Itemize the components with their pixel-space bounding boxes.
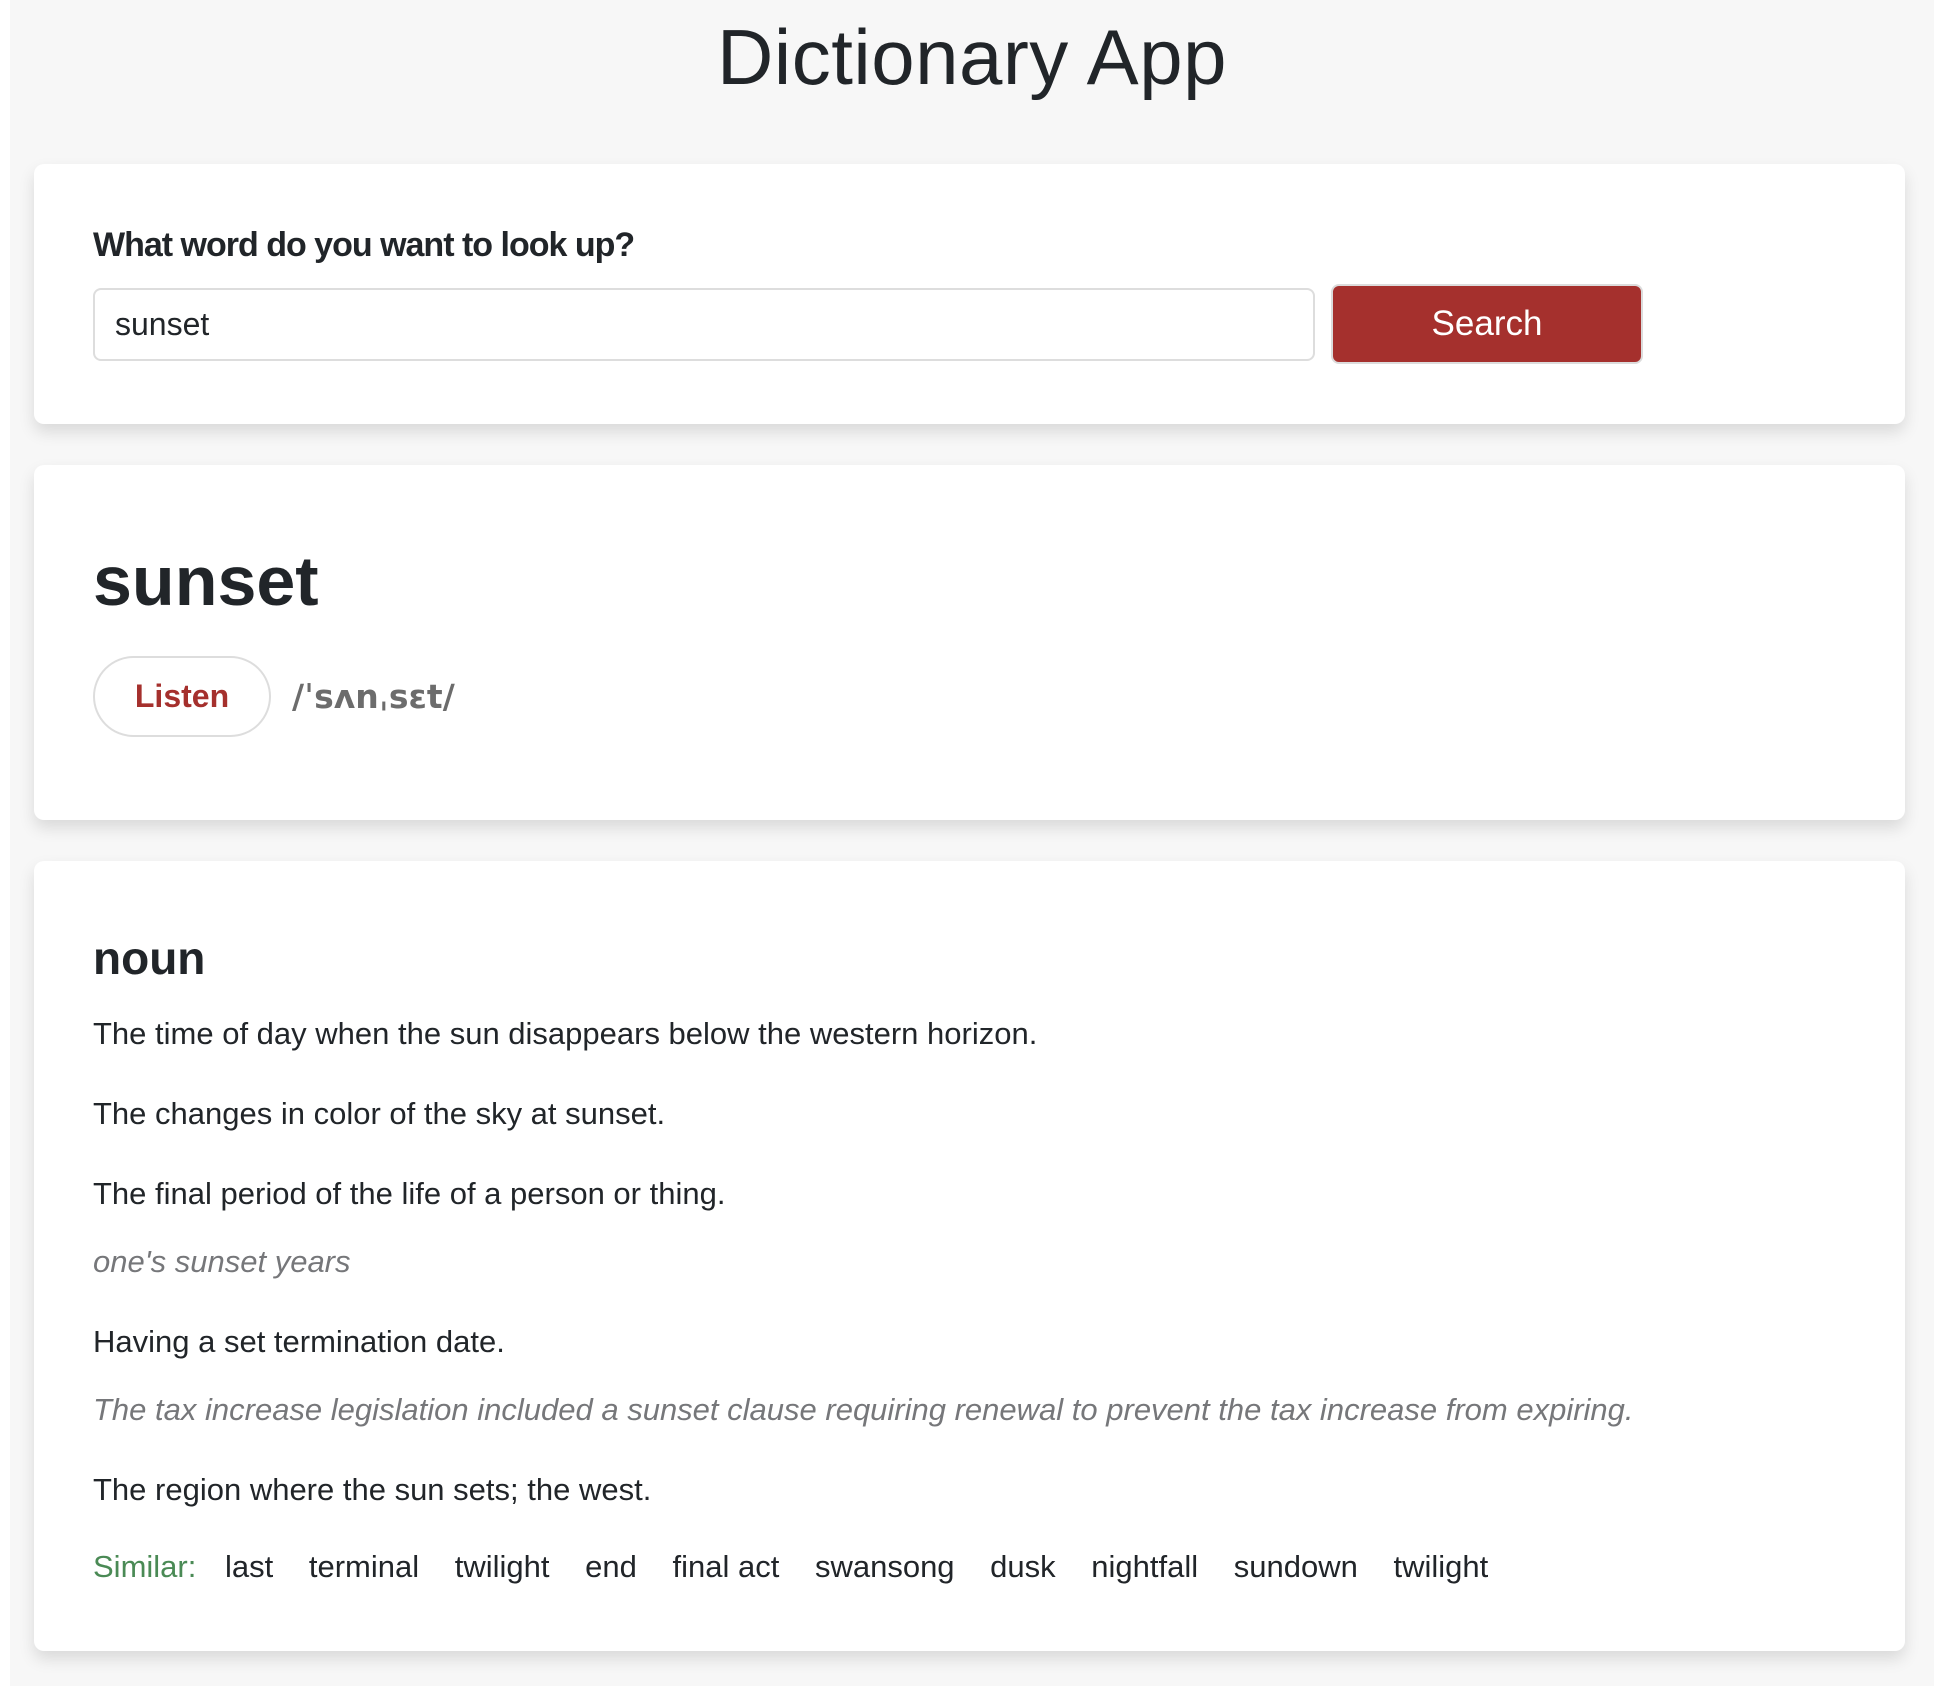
similar-word[interactable]: twilight [1393,1549,1488,1584]
similar-word[interactable]: swansong [815,1549,955,1584]
definition: The time of day when the sun disappears … [93,1016,1038,1051]
definition: The region where the sun sets; the west. [93,1472,652,1507]
headword: sunset [93,542,319,620]
search-label: What word do you want to look up? [93,226,635,264]
word-card: sunset Listen /ˈsʌnˌsɛt/ [34,465,1905,820]
app-title: Dictionary App [717,13,1227,101]
similar-word[interactable]: dusk [990,1549,1055,1584]
example: one's sunset years [93,1244,351,1279]
definition: Having a set termination date. [93,1324,505,1359]
part-of-speech: noun [93,932,206,984]
search-button[interactable]: Search [1331,284,1643,364]
similar-words: Similar: last terminal twilight end fina… [93,1549,1515,1585]
similar-word[interactable]: last [225,1549,273,1584]
definition: The changes in color of the sky at sunse… [93,1096,666,1131]
similar-word[interactable]: sundown [1234,1549,1358,1584]
similar-word[interactable]: terminal [309,1549,419,1584]
search-card: What word do you want to look up? Search [34,164,1905,424]
similar-word[interactable]: final act [672,1549,779,1584]
example: The tax increase legislation included a … [93,1392,1634,1427]
similar-word[interactable]: end [585,1549,637,1584]
page: Dictionary App What word do you want to … [10,0,1934,1686]
definitions-card: noun The time of day when the sun disapp… [34,861,1905,1651]
similar-label: Similar: [93,1549,197,1584]
search-input[interactable] [93,288,1315,361]
definition: The final period of the life of a person… [93,1176,726,1211]
similar-word[interactable]: twilight [455,1549,550,1584]
listen-button[interactable]: Listen [93,656,271,737]
phonetic-transcription: /ˈsʌnˌsɛt/ [292,677,455,716]
similar-word[interactable]: nightfall [1091,1549,1198,1584]
